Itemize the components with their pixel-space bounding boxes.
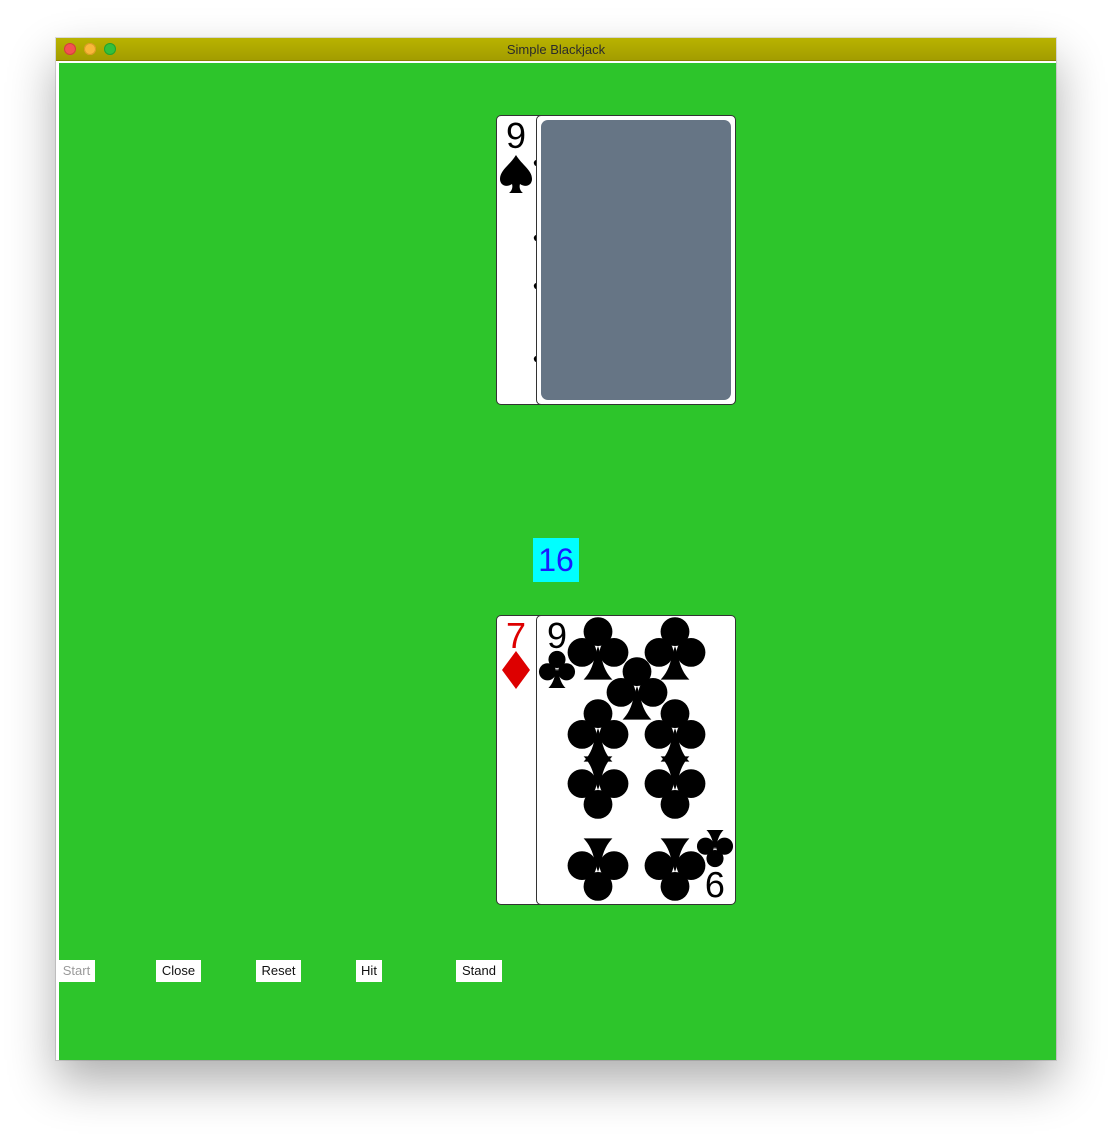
start-button[interactable]: Start (59, 960, 95, 982)
close-button[interactable]: Close (156, 960, 201, 982)
game-window: Simple Blackjack 9 16 7 9 9 Start Close … (56, 38, 1056, 1060)
card-rank-label-inverted: 9 (705, 864, 725, 904)
card-rank-label: 7 (506, 616, 526, 656)
dealer-card-face-down (536, 115, 736, 405)
stand-button[interactable]: Stand (456, 960, 502, 982)
reset-button[interactable]: Reset (256, 960, 301, 982)
table-felt: 9 16 7 9 9 Start Close Reset Hit Stand (59, 63, 1056, 1060)
card-rank-label: 9 (547, 616, 567, 656)
spade-icon (500, 155, 532, 193)
card-rank-label: 9 (506, 116, 526, 156)
hit-button[interactable]: Hit (356, 960, 382, 982)
card-back-icon (541, 120, 731, 400)
nine-of-clubs-card-art: 9 9 (538, 616, 734, 904)
club-pips (567, 617, 706, 901)
title-bar[interactable]: Simple Blackjack (56, 38, 1056, 61)
player-score: 16 (533, 538, 579, 582)
player-card-nine-of-clubs: 9 9 (536, 615, 736, 905)
window-title: Simple Blackjack (506, 42, 606, 57)
diamond-icon (502, 651, 530, 689)
